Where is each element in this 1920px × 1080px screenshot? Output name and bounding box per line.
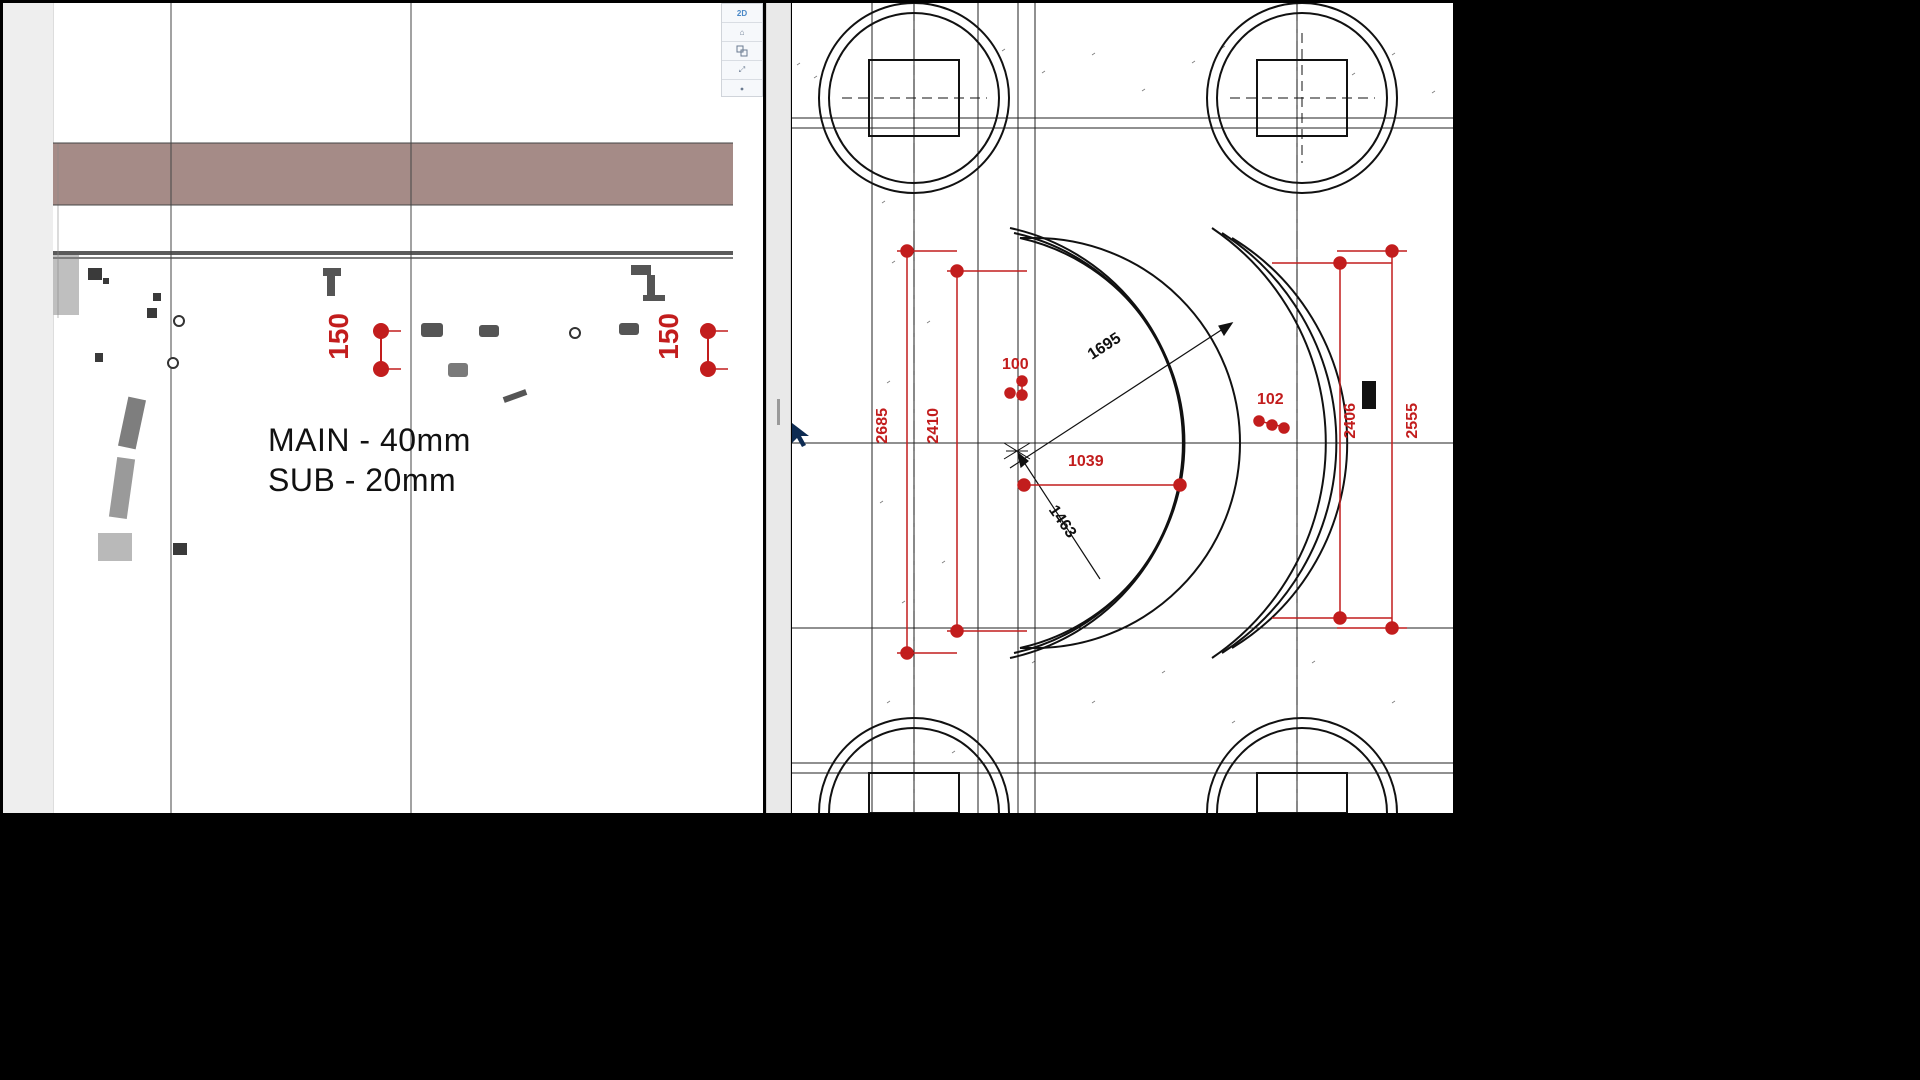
nav-2d-button[interactable]: 2D <box>722 4 762 23</box>
note-main: MAIN - 40mm <box>268 421 471 459</box>
nav-expand-button[interactable]: ⤢ <box>722 61 762 80</box>
dim-left-150 <box>373 323 401 377</box>
app-root: 150 150 MAIN - 40mm SUB - 20mm 2D ⌂ ⤢ <box>0 0 1456 816</box>
right-viewport[interactable]: 2685 2410 100 1039 102 2406 2555 1695 14… <box>792 3 1453 813</box>
splitter-grip[interactable] <box>777 399 780 425</box>
dim-right-150 <box>700 323 728 377</box>
nav-more-button[interactable] <box>722 80 762 98</box>
dim-2555: 2555 <box>1404 403 1422 439</box>
dim-2406: 2406 <box>1342 403 1360 439</box>
note-sub: SUB - 20mm <box>268 461 456 499</box>
left-svg <box>3 3 763 813</box>
view-nav-widget[interactable]: 2D ⌂ ⤢ <box>721 3 763 97</box>
nav-zoom-button[interactable] <box>722 42 762 61</box>
dim-102: 102 <box>1257 391 1284 409</box>
dim-1039: 1039 <box>1068 453 1104 471</box>
left-viewport[interactable]: 150 150 MAIN - 40mm SUB - 20mm 2D ⌂ ⤢ <box>3 3 763 813</box>
dim-100: 100 <box>1002 356 1029 374</box>
dim-label-150b: 150 <box>653 313 685 360</box>
dim-2410: 2410 <box>925 408 943 444</box>
dim-label-150a: 150 <box>323 313 355 360</box>
dim-2685: 2685 <box>874 408 892 444</box>
nav-home-button[interactable]: ⌂ <box>722 23 762 42</box>
cursor-icon <box>792 423 814 454</box>
view-splitter[interactable] <box>766 3 791 813</box>
